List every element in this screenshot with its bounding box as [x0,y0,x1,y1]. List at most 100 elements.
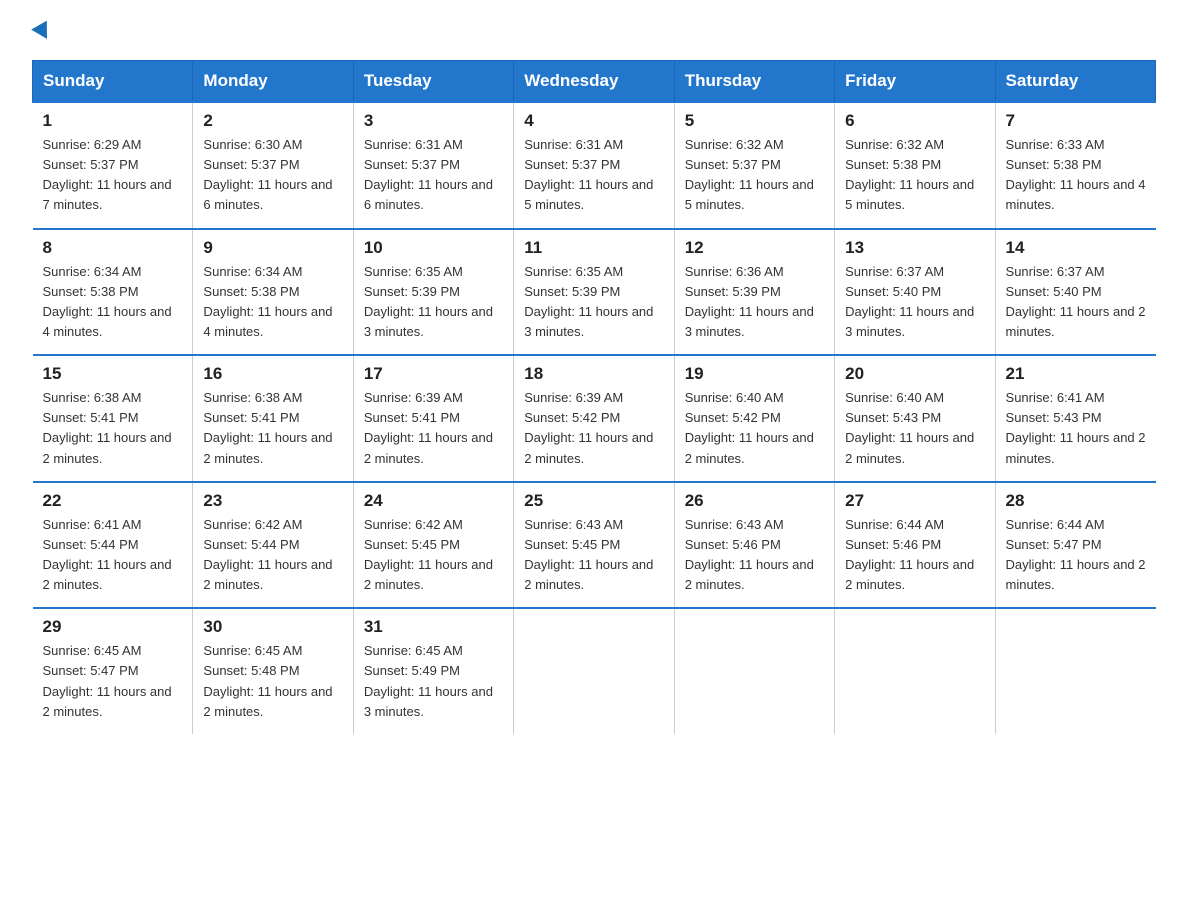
calendar-cell: 8Sunrise: 6:34 AMSunset: 5:38 PMDaylight… [33,229,193,356]
header-thursday: Thursday [674,61,834,103]
day-info: Sunrise: 6:32 AMSunset: 5:37 PMDaylight:… [685,135,824,216]
week-row-5: 29 Sunrise: 6:45 AMSunset: 5:47 PMDayligh… [33,608,1156,734]
day-number: 26 [685,491,824,511]
calendar-cell: 12 Sunrise: 6:36 AMSunset: 5:39 PMDayligh… [674,229,834,356]
day-number: 7 [1006,111,1146,131]
calendar-cell: 5Sunrise: 6:32 AMSunset: 5:37 PMDaylight… [674,102,834,229]
day-number: 29 [43,617,183,637]
day-info: Sunrise: 6:41 AMSunset: 5:44 PMDaylight:… [43,515,183,596]
calendar-cell [835,608,995,734]
day-info: Sunrise: 6:32 AMSunset: 5:38 PMDaylight:… [845,135,984,216]
calendar-cell: 7 Sunrise: 6:33 AMSunset: 5:38 PMDaylight… [995,102,1155,229]
week-row-1: 1 Sunrise: 6:29 AMSunset: 5:37 PMDaylight… [33,102,1156,229]
calendar-cell: 22 Sunrise: 6:41 AMSunset: 5:44 PMDayligh… [33,482,193,609]
calendar-cell: 9Sunrise: 6:34 AMSunset: 5:38 PMDaylight… [193,229,353,356]
header-monday: Monday [193,61,353,103]
day-number: 18 [524,364,663,384]
day-number: 13 [845,238,984,258]
day-number: 11 [524,238,663,258]
week-row-2: 8Sunrise: 6:34 AMSunset: 5:38 PMDaylight… [33,229,1156,356]
day-info: Sunrise: 6:36 AMSunset: 5:39 PMDaylight:… [685,262,824,343]
calendar-cell: 30 Sunrise: 6:45 AMSunset: 5:48 PMDayligh… [193,608,353,734]
day-info: Sunrise: 6:45 AMSunset: 5:49 PMDaylight:… [364,641,503,722]
day-info: Sunrise: 6:33 AMSunset: 5:38 PMDaylight:… [1006,135,1146,216]
day-number: 9 [203,238,342,258]
day-number: 15 [43,364,183,384]
day-number: 21 [1006,364,1146,384]
day-info: Sunrise: 6:35 AMSunset: 5:39 PMDaylight:… [364,262,503,343]
day-info: Sunrise: 6:37 AMSunset: 5:40 PMDaylight:… [845,262,984,343]
day-info: Sunrise: 6:35 AMSunset: 5:39 PMDaylight:… [524,262,663,343]
day-info: Sunrise: 6:39 AMSunset: 5:41 PMDaylight:… [364,388,503,469]
calendar-cell: 29 Sunrise: 6:45 AMSunset: 5:47 PMDayligh… [33,608,193,734]
day-info: Sunrise: 6:38 AMSunset: 5:41 PMDaylight:… [203,388,342,469]
calendar-cell: 23Sunrise: 6:42 AMSunset: 5:44 PMDayligh… [193,482,353,609]
week-row-4: 22 Sunrise: 6:41 AMSunset: 5:44 PMDayligh… [33,482,1156,609]
day-number: 31 [364,617,503,637]
calendar-cell: 20Sunrise: 6:40 AMSunset: 5:43 PMDayligh… [835,355,995,482]
week-row-3: 15 Sunrise: 6:38 AMSunset: 5:41 PMDayligh… [33,355,1156,482]
calendar-cell: 10 Sunrise: 6:35 AMSunset: 5:39 PMDayligh… [353,229,513,356]
header-friday: Friday [835,61,995,103]
calendar-table: SundayMondayTuesdayWednesdayThursdayFrid… [32,60,1156,734]
day-info: Sunrise: 6:37 AMSunset: 5:40 PMDaylight:… [1006,262,1146,343]
calendar-cell: 1 Sunrise: 6:29 AMSunset: 5:37 PMDaylight… [33,102,193,229]
day-number: 24 [364,491,503,511]
day-number: 3 [364,111,503,131]
day-number: 23 [203,491,342,511]
calendar-cell: 3 Sunrise: 6:31 AMSunset: 5:37 PMDaylight… [353,102,513,229]
calendar-cell: 16 Sunrise: 6:38 AMSunset: 5:41 PMDayligh… [193,355,353,482]
day-number: 16 [203,364,342,384]
day-number: 17 [364,364,503,384]
day-info: Sunrise: 6:30 AMSunset: 5:37 PMDaylight:… [203,135,342,216]
day-info: Sunrise: 6:41 AMSunset: 5:43 PMDaylight:… [1006,388,1146,469]
day-info: Sunrise: 6:43 AMSunset: 5:45 PMDaylight:… [524,515,663,596]
day-info: Sunrise: 6:42 AMSunset: 5:45 PMDaylight:… [364,515,503,596]
day-number: 4 [524,111,663,131]
calendar-cell [995,608,1155,734]
day-info: Sunrise: 6:39 AMSunset: 5:42 PMDaylight:… [524,388,663,469]
day-info: Sunrise: 6:34 AMSunset: 5:38 PMDaylight:… [43,262,183,343]
day-number: 28 [1006,491,1146,511]
day-info: Sunrise: 6:44 AMSunset: 5:47 PMDaylight:… [1006,515,1146,596]
header-saturday: Saturday [995,61,1155,103]
header-wednesday: Wednesday [514,61,674,103]
day-info: Sunrise: 6:44 AMSunset: 5:46 PMDaylight:… [845,515,984,596]
calendar-cell: 27 Sunrise: 6:44 AMSunset: 5:46 PMDayligh… [835,482,995,609]
calendar-cell: 28 Sunrise: 6:44 AMSunset: 5:47 PMDayligh… [995,482,1155,609]
logo [32,28,52,44]
day-info: Sunrise: 6:38 AMSunset: 5:41 PMDaylight:… [43,388,183,469]
day-info: Sunrise: 6:31 AMSunset: 5:37 PMDaylight:… [364,135,503,216]
day-number: 22 [43,491,183,511]
calendar-cell: 14 Sunrise: 6:37 AMSunset: 5:40 PMDayligh… [995,229,1155,356]
day-number: 6 [845,111,984,131]
day-number: 12 [685,238,824,258]
day-info: Sunrise: 6:31 AMSunset: 5:37 PMDaylight:… [524,135,663,216]
header-sunday: Sunday [33,61,193,103]
calendar-cell: 19 Sunrise: 6:40 AMSunset: 5:42 PMDayligh… [674,355,834,482]
day-info: Sunrise: 6:40 AMSunset: 5:42 PMDaylight:… [685,388,824,469]
calendar-cell: 17 Sunrise: 6:39 AMSunset: 5:41 PMDayligh… [353,355,513,482]
day-number: 19 [685,364,824,384]
day-info: Sunrise: 6:45 AMSunset: 5:48 PMDaylight:… [203,641,342,722]
calendar-cell: 26Sunrise: 6:43 AMSunset: 5:46 PMDayligh… [674,482,834,609]
day-number: 14 [1006,238,1146,258]
header-tuesday: Tuesday [353,61,513,103]
day-number: 1 [43,111,183,131]
day-number: 27 [845,491,984,511]
calendar-cell: 4 Sunrise: 6:31 AMSunset: 5:37 PMDaylight… [514,102,674,229]
day-info: Sunrise: 6:45 AMSunset: 5:47 PMDaylight:… [43,641,183,722]
calendar-cell: 18 Sunrise: 6:39 AMSunset: 5:42 PMDayligh… [514,355,674,482]
logo-triangle-icon [31,21,55,44]
calendar-cell: 21 Sunrise: 6:41 AMSunset: 5:43 PMDayligh… [995,355,1155,482]
day-number: 30 [203,617,342,637]
calendar-cell [514,608,674,734]
calendar-cell: 13 Sunrise: 6:37 AMSunset: 5:40 PMDayligh… [835,229,995,356]
page-header [32,24,1156,44]
day-number: 10 [364,238,503,258]
calendar-header-row: SundayMondayTuesdayWednesdayThursdayFrid… [33,61,1156,103]
calendar-cell: 31 Sunrise: 6:45 AMSunset: 5:49 PMDayligh… [353,608,513,734]
day-info: Sunrise: 6:40 AMSunset: 5:43 PMDaylight:… [845,388,984,469]
day-info: Sunrise: 6:29 AMSunset: 5:37 PMDaylight:… [43,135,183,216]
calendar-cell: 6 Sunrise: 6:32 AMSunset: 5:38 PMDaylight… [835,102,995,229]
